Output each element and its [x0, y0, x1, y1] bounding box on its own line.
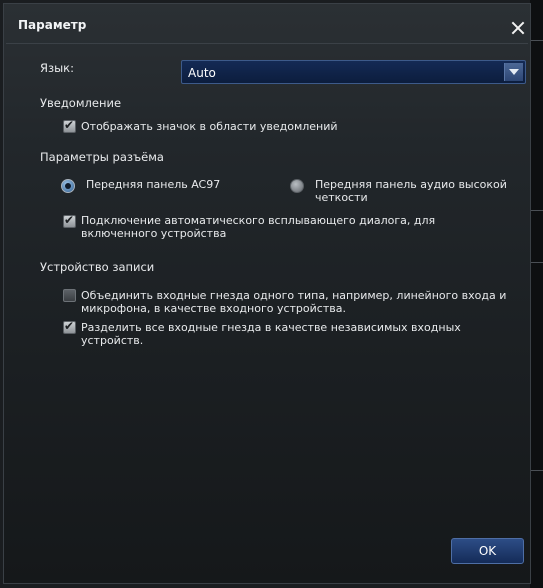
- language-label: Язык:: [40, 61, 75, 75]
- show-tray-icon-checkbox[interactable]: ✔: [63, 118, 76, 133]
- front-hd-radio[interactable]: [290, 179, 304, 193]
- combine-inputs-checkbox[interactable]: [63, 289, 76, 302]
- front-hd-label: Передняя панель аудио высокой четкости: [315, 178, 507, 204]
- background-divider: [530, 470, 543, 471]
- background-window-edge: [530, 0, 543, 588]
- checkmark-icon: ✔: [64, 118, 75, 132]
- title-bar: Параметр: [4, 4, 530, 42]
- checkmark-icon: ✔: [64, 213, 75, 227]
- separate-inputs-label: Разделить все входные гнезда в качестве …: [81, 321, 461, 347]
- recording-heading: Устройство записи: [40, 260, 155, 274]
- jack-settings-heading: Параметры разъёма: [40, 150, 164, 164]
- background-divider: [530, 40, 543, 41]
- front-ac97-label: Передняя панель AC97: [86, 178, 221, 191]
- show-tray-icon-label: Отображать значок в области уведомлений: [81, 120, 338, 133]
- language-select[interactable]: Auto: [181, 60, 526, 84]
- ok-button[interactable]: OK: [451, 538, 524, 564]
- radio-dot-icon: [65, 183, 71, 189]
- auto-popup-checkbox[interactable]: ✔: [63, 213, 76, 228]
- language-select-value: Auto: [188, 66, 216, 80]
- background-divider: [530, 262, 543, 263]
- auto-popup-label: Подключение автоматического всплывающего…: [81, 214, 436, 240]
- background-divider: [530, 210, 543, 211]
- front-ac97-radio[interactable]: [61, 179, 75, 193]
- title-divider: [6, 43, 528, 44]
- settings-dialog: Параметр Язык: Auto Уведомление ✔ Отобра…: [3, 3, 531, 584]
- combine-inputs-label: Объединить входные гнезда одного типа, н…: [81, 289, 507, 315]
- chevron-down-icon[interactable]: [504, 63, 523, 81]
- separate-inputs-checkbox[interactable]: ✔: [63, 319, 76, 334]
- close-icon[interactable]: [507, 17, 529, 39]
- checkmark-icon: ✔: [64, 319, 75, 333]
- dialog-title: Параметр: [18, 18, 87, 32]
- notifications-heading: Уведомление: [40, 96, 122, 110]
